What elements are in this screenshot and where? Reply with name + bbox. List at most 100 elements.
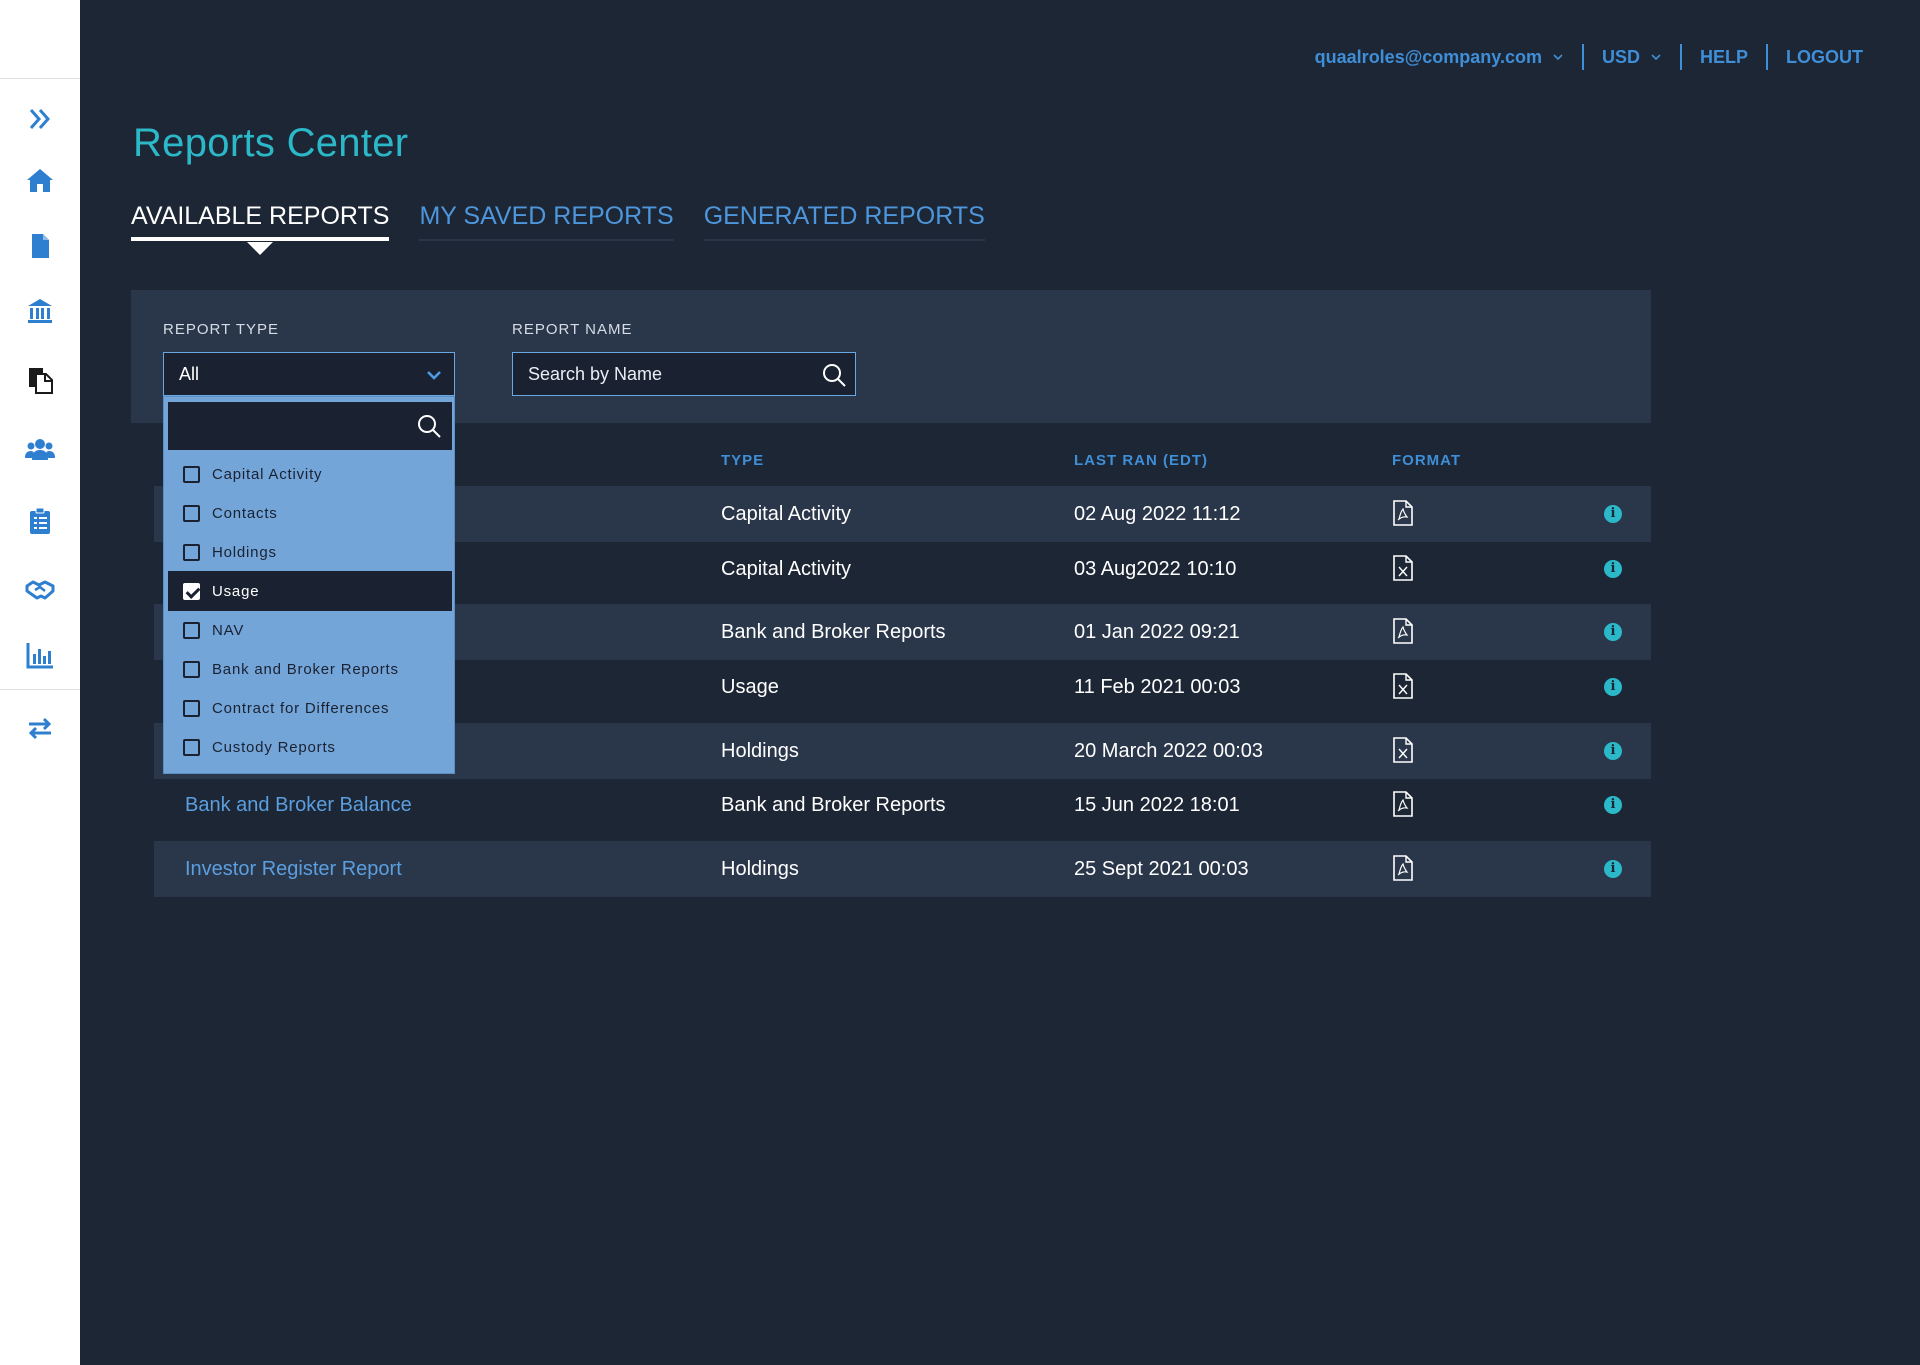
checkbox[interactable] [183, 621, 200, 639]
report-type-value: All [179, 363, 200, 384]
last-ran-cell: 15 Jun 2022 18:01 [1074, 794, 1240, 816]
excel-file-icon[interactable] [1392, 673, 1414, 699]
bank-icon[interactable] [22, 293, 58, 329]
tab-label: AVAILABLE REPORTS [131, 202, 390, 230]
document-icon[interactable] [22, 228, 58, 264]
report-name-search [512, 352, 856, 396]
info-icon[interactable]: i [1604, 796, 1622, 814]
clipboard-icon[interactable] [22, 503, 58, 539]
dropdown-search [168, 402, 452, 450]
tab-my-saved-reports[interactable]: MY SAVED REPORTS [419, 202, 674, 241]
info-icon[interactable]: i [1604, 860, 1622, 878]
last-ran-cell: 02 Aug 2022 11:12 [1074, 503, 1241, 525]
info-icon[interactable]: i [1604, 623, 1622, 641]
report-tabs: AVAILABLE REPORTS MY SAVED REPORTS GENER… [131, 202, 1015, 255]
column-header-type[interactable]: TYPE [721, 452, 764, 469]
report-name-link[interactable]: Bank and Broker Balance [185, 794, 412, 817]
report-type-cell: Capital Activity [721, 503, 852, 525]
option-label: Custody Reports [212, 738, 336, 756]
chevron-down-icon [1651, 54, 1661, 61]
last-ran-cell: 25 Sept 2021 00:03 [1074, 858, 1249, 880]
tab-label: MY SAVED REPORTS [419, 202, 674, 230]
bar-chart-icon[interactable] [22, 637, 58, 673]
report-name-input[interactable] [513, 363, 803, 385]
logout-link[interactable]: LOGOUT [1786, 47, 1863, 68]
checkbox[interactable] [183, 504, 200, 522]
pdf-file-icon[interactable] [1392, 791, 1414, 817]
option-label: Bank and Broker Reports [212, 660, 399, 678]
top-divider [1581, 44, 1584, 70]
checkbox[interactable] [183, 738, 200, 756]
top-divider [1679, 44, 1682, 70]
info-icon[interactable]: i [1604, 560, 1622, 578]
checkbox[interactable] [183, 699, 200, 717]
dropdown-option[interactable]: Contacts [168, 493, 452, 533]
dropdown-option[interactable]: Capital Activity [168, 454, 452, 494]
checkbox[interactable] [183, 543, 200, 561]
dropdown-option[interactable]: Holdings [168, 532, 452, 572]
report-type-cell: Capital Activity [721, 558, 852, 580]
currency-menu[interactable]: USD [1602, 47, 1662, 68]
tab-generated-reports[interactable]: GENERATED REPORTS [703, 202, 985, 241]
dropdown-option[interactable]: Bank and Broker Reports [168, 649, 452, 689]
column-header-last-ran[interactable]: LAST RAN (EDT) [1074, 452, 1208, 469]
column-header-format[interactable]: FORMAT [1392, 452, 1461, 469]
checkbox[interactable] [183, 660, 200, 678]
report-type-cell: Bank and Broker Reports [721, 794, 946, 816]
report-type-cell: Usage [721, 676, 779, 698]
dropdown-option[interactable]: NAV [168, 610, 452, 650]
info-icon[interactable]: i [1604, 505, 1622, 523]
home-icon[interactable] [22, 162, 58, 198]
search-icon[interactable] [416, 413, 442, 439]
option-label: Usage [212, 582, 260, 600]
report-name-label: REPORT NAME [512, 321, 633, 338]
last-ran-cell: 20 March 2022 00:03 [1074, 740, 1264, 762]
pdf-file-icon[interactable] [1392, 855, 1414, 881]
user-menu[interactable]: quaalroles@company.com [1315, 47, 1564, 68]
option-label: Capital Activity [212, 465, 323, 483]
dropdown-option[interactable]: Usage [168, 571, 452, 611]
dropdown-option[interactable]: Custody Reports [168, 727, 452, 767]
excel-file-icon[interactable] [1392, 737, 1414, 763]
report-name-link[interactable]: Investor Register Report [185, 858, 402, 881]
transfer-icon[interactable] [22, 710, 58, 746]
tab-available-reports[interactable]: AVAILABLE REPORTS [131, 202, 390, 255]
checkbox[interactable] [183, 465, 200, 483]
report-type-select[interactable]: All [163, 352, 455, 396]
sidebar [0, 0, 80, 1365]
checkbox[interactable] [183, 582, 200, 600]
search-icon[interactable] [821, 362, 847, 388]
user-email: quaalroles@company.com [1314, 46, 1542, 67]
pdf-file-icon[interactable] [1392, 500, 1414, 526]
pdf-file-icon[interactable] [1392, 618, 1414, 644]
last-ran-cell: 03 Aug2022 10:10 [1074, 558, 1237, 580]
active-tab-caret [247, 242, 274, 255]
report-type-label: REPORT TYPE [163, 321, 280, 338]
page-title: Reports Center [133, 121, 409, 165]
info-icon[interactable]: i [1604, 742, 1622, 760]
report-type-cell: Bank and Broker Reports [721, 621, 946, 643]
users-icon[interactable] [22, 431, 58, 467]
sidebar-divider-bottom [0, 689, 80, 690]
report-type-cell: Holdings [721, 740, 799, 762]
table-row[interactable]: Investor Register Report Holdings 25 Sept … [154, 841, 1651, 897]
chevron-down-icon [427, 371, 441, 380]
expand-icon[interactable] [22, 101, 58, 137]
report-type-cell: Holdings [721, 858, 799, 880]
excel-file-icon[interactable] [1392, 555, 1414, 581]
option-label: Contacts [212, 504, 278, 522]
copy-documents-icon[interactable] [22, 362, 58, 398]
last-ran-cell: 01 Jan 2022 09:21 [1074, 621, 1240, 643]
report-type-dropdown: Capital Activity Contacts Holdings Usage NAV… [163, 396, 455, 774]
dropdown-option[interactable]: Contract for Differences [168, 688, 452, 728]
tab-label: GENERATED REPORTS [703, 202, 985, 230]
handshake-icon[interactable] [22, 571, 58, 607]
table-row[interactable]: Bank and Broker Balance Bank and Broker R… [154, 777, 1651, 833]
last-ran-cell: 11 Feb 2021 00:03 [1074, 676, 1241, 698]
option-label: Holdings [212, 543, 277, 561]
dropdown-search-input[interactable] [168, 402, 408, 450]
help-link[interactable]: HELP [1700, 47, 1748, 68]
option-label: NAV [212, 621, 245, 639]
option-label: Contract for Differences [212, 699, 390, 717]
info-icon[interactable]: i [1604, 678, 1622, 696]
